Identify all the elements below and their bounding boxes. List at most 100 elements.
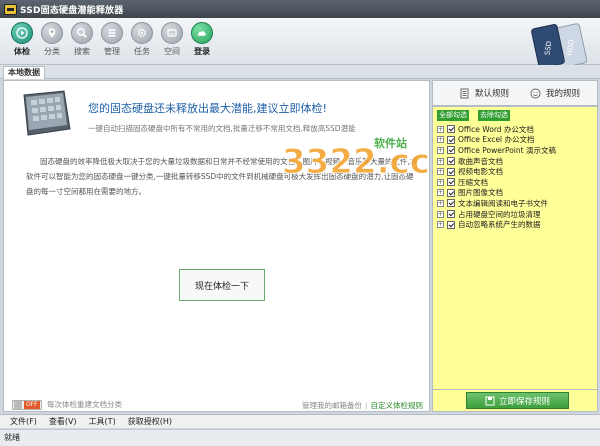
rule-item[interactable]: + 压缩文档 xyxy=(437,177,556,188)
rule-item[interactable]: + Office Word 办公文档 xyxy=(437,124,556,135)
toolbar-classify-button[interactable]: 分类 xyxy=(37,22,67,57)
toolbar-task-label: 任务 xyxy=(134,47,150,56)
main-headline: 您的固态硬盘还未释放出最大潜能,建议立即体检! xyxy=(88,102,327,115)
toolbar-task-button[interactable]: 任务 xyxy=(127,22,157,57)
expand-icon[interactable]: + xyxy=(437,146,444,154)
rule-item[interactable]: + 文本编辑阅读和电子书文件 xyxy=(437,198,556,209)
save-rules-button[interactable]: 立即保存规则 xyxy=(466,392,569,409)
expand-icon[interactable]: + xyxy=(437,210,444,218)
deselect-all-button[interactable]: 去除勾选 xyxy=(478,110,510,121)
rules-list: + Office Word 办公文档 + Office Excel 办公文档 + Of… xyxy=(437,124,556,230)
tab-default-rules[interactable]: 默认规则 xyxy=(459,87,509,99)
search-icon xyxy=(71,22,93,44)
menu-file[interactable]: 文件(F) xyxy=(10,416,37,427)
save-rules-label: 立即保存规则 xyxy=(498,396,550,407)
rule-label: 视频电影文档 xyxy=(458,167,503,177)
menu-tools[interactable]: 工具(T) xyxy=(89,416,116,427)
expand-icon[interactable]: + xyxy=(437,221,444,229)
expand-icon[interactable]: + xyxy=(437,189,444,197)
rebuild-toggle[interactable]: OFF xyxy=(12,399,42,410)
rule-checkbox[interactable] xyxy=(447,188,455,197)
expand-icon[interactable]: + xyxy=(437,178,444,186)
rule-label: Office PowerPoint 演示文稿 xyxy=(458,145,556,155)
toolbar-manage-button[interactable]: 管理 xyxy=(97,22,127,57)
rule-checkbox[interactable] xyxy=(447,125,455,134)
rule-checkbox[interactable] xyxy=(447,157,455,166)
pin-icon xyxy=(41,22,63,44)
rule-label: 歌曲声音文档 xyxy=(458,156,503,166)
watermark-subtext: 软件站 xyxy=(374,136,407,150)
rule-checkbox[interactable] xyxy=(447,146,455,155)
rule-label: 压缩文档 xyxy=(458,177,488,187)
save-icon xyxy=(485,396,495,405)
app-icon xyxy=(4,3,17,15)
list-icon xyxy=(101,22,123,44)
manage-mail-backup-link[interactable]: 管理我的邮箱备份 xyxy=(302,401,362,410)
toolbar-checkup-button[interactable]: 体检 xyxy=(7,22,37,57)
watermark-logo: 3322.cc 软件站 xyxy=(282,136,430,181)
start-checkup-button[interactable]: 现在体检一下 xyxy=(179,269,265,301)
rule-checkbox[interactable] xyxy=(447,135,455,144)
title-bar: SSD固态硬盘潜能释放器 xyxy=(0,0,600,18)
rebuild-toggle-label: 每次体检重建文档分类 xyxy=(47,400,122,409)
rule-label: 文本编辑阅读和电子书文件 xyxy=(458,198,548,208)
toolbar-search-label: 搜索 xyxy=(74,47,90,56)
menu-view[interactable]: 查看(V) xyxy=(49,416,77,427)
cloud-icon xyxy=(191,22,213,44)
rule-checkbox[interactable] xyxy=(447,220,455,229)
select-all-button[interactable]: 全部勾选 xyxy=(437,110,469,121)
rule-item[interactable]: + 图片图像文档 xyxy=(437,188,556,199)
toolbar-checkup-label: 体检 xyxy=(14,47,30,56)
save-area: 立即保存规则 xyxy=(432,390,598,412)
status-text: 就绪 xyxy=(4,433,20,442)
rules-tab-bar: 默认规则 我的规则 xyxy=(432,80,598,106)
rule-label: Office Excel 办公文档 xyxy=(458,135,535,145)
gear-icon xyxy=(131,22,153,44)
watermark-text: 3322.cc xyxy=(282,142,430,181)
rule-label: 自动忽略系统产生的数据 xyxy=(458,220,541,230)
rule-item[interactable]: + Office PowerPoint 演示文稿 xyxy=(437,145,556,156)
rule-checkbox[interactable] xyxy=(447,167,455,176)
expand-icon[interactable]: + xyxy=(437,136,444,144)
toggle-state: OFF xyxy=(24,400,40,409)
rule-item[interactable]: + 自动忽略系统产生的数据 xyxy=(437,219,556,230)
tab-my-rules[interactable]: 我的规则 xyxy=(530,87,580,99)
tab-strip: 本地数据 xyxy=(0,65,600,79)
rule-label: 图片图像文档 xyxy=(458,188,503,198)
custom-rules-link[interactable]: 自定义体检规则 xyxy=(371,401,424,410)
status-bar: 就绪 xyxy=(0,429,600,446)
toolbar-login-button[interactable]: 登录 xyxy=(187,22,217,57)
rule-item[interactable]: + 歌曲声音文档 xyxy=(437,156,556,167)
expand-icon[interactable]: + xyxy=(437,125,444,133)
menu-license[interactable]: 获取授权(H) xyxy=(128,416,172,427)
rule-item[interactable]: + Office Excel 办公文档 xyxy=(437,135,556,146)
toggle-knob xyxy=(14,400,22,409)
rule-checkbox[interactable] xyxy=(447,210,455,219)
main-panel: 您的固态硬盘还未释放出最大潜能,建议立即体检! 一键自动扫描固态硬盘中所有不常用… xyxy=(3,80,430,412)
tab-local-data[interactable]: 本地数据 xyxy=(3,66,45,79)
expand-icon[interactable]: + xyxy=(437,168,444,176)
disk-icon xyxy=(161,22,183,44)
window-title: SSD固态硬盘潜能释放器 xyxy=(20,5,124,16)
tab-my-rules-label: 我的规则 xyxy=(546,89,581,99)
toolbar: 体检 分类 搜索 管理 任务 空间 登录 HDD SSD xyxy=(0,18,600,69)
toolbar-space-button[interactable]: 空间 xyxy=(157,22,187,57)
rule-checkbox[interactable] xyxy=(447,199,455,208)
toolbar-classify-label: 分类 xyxy=(44,47,60,56)
rule-item[interactable]: + 视频电影文档 xyxy=(437,166,556,177)
toolbar-login-label: 登录 xyxy=(194,47,210,56)
menu-bar: 文件(F) 查看(V) 工具(T) 获取授权(H) xyxy=(0,414,600,428)
toolbar-search-button[interactable]: 搜索 xyxy=(67,22,97,57)
rules-panel: 全部勾选 去除勾选 + Office Word 办公文档 + Office Exce… xyxy=(432,106,598,390)
expand-icon[interactable]: + xyxy=(437,199,444,207)
smiley-icon xyxy=(530,88,541,98)
tab-default-rules-label: 默认规则 xyxy=(475,89,510,99)
ssd-drive-icon xyxy=(23,90,71,136)
rule-label: 占用硬盘空间的垃圾清理 xyxy=(458,209,541,219)
rule-checkbox[interactable] xyxy=(447,178,455,187)
rule-item[interactable]: + 占用硬盘空间的垃圾清理 xyxy=(437,209,556,220)
rule-label: Office Word 办公文档 xyxy=(458,124,534,134)
play-icon xyxy=(11,22,33,44)
toolbar-space-label: 空间 xyxy=(164,47,180,56)
expand-icon[interactable]: + xyxy=(437,157,444,165)
